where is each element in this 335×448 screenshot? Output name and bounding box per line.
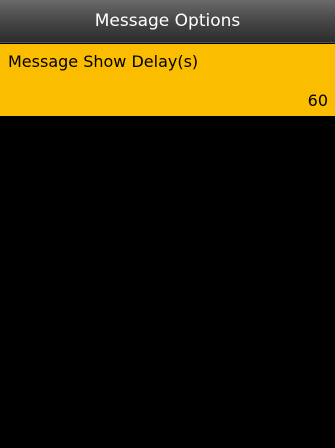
empty-content-area xyxy=(0,116,335,448)
title-bar: Message Options xyxy=(0,0,335,43)
menu-item-message-show-delay[interactable]: Message Show Delay(s) 60 xyxy=(0,44,335,116)
menu-item-value: 60 xyxy=(307,91,328,110)
device-screen: Message Options Message Show Delay(s) 60 xyxy=(0,0,335,448)
menu-item-label: Message Show Delay(s) xyxy=(8,52,199,71)
page-title: Message Options xyxy=(94,11,241,31)
